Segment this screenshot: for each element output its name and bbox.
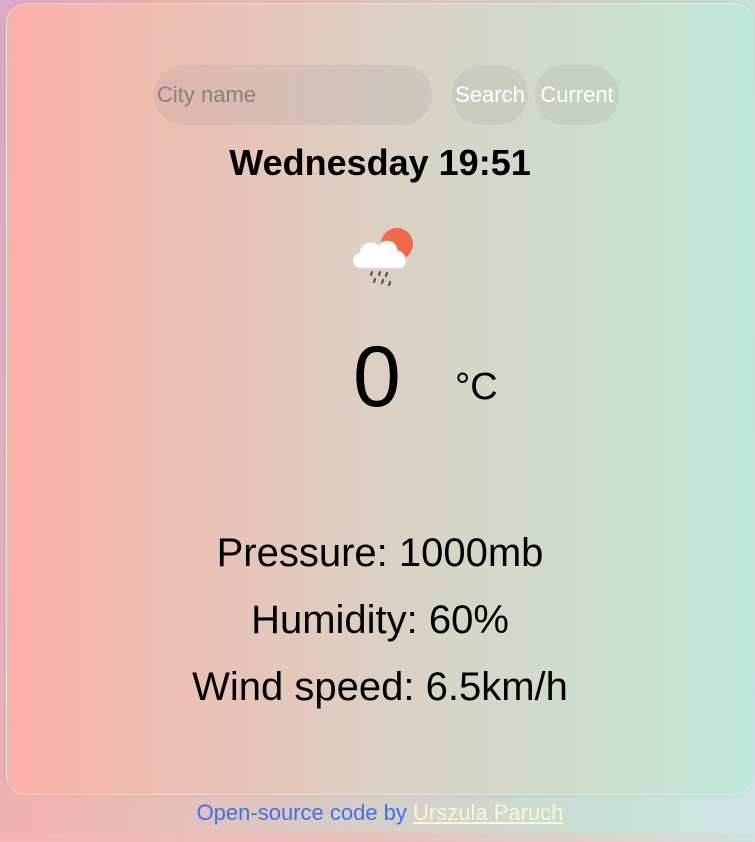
current-location-button[interactable]: Current [535,65,619,125]
pressure-text: Pressure: 1000mb [216,531,544,575]
weather-card: Search Current Wednesday 19:51 0 °C Pres… [6,3,754,795]
weather-details: Pressure: 1000mb Humidity: 60% Wind spee… [7,525,753,726]
footer-text: Open-source code by [196,800,407,825]
humidity-text: Humidity: 60% [251,598,509,642]
date-time: Wednesday 19:51 [229,142,531,183]
author-link[interactable]: Urszula Paruch [413,800,563,825]
bottom-strip [0,834,755,842]
search-button[interactable]: Search [452,65,528,125]
temperature-value: 0 [353,329,401,425]
footer: Open-source code by Urszula Paruch [0,800,755,826]
wind-speed-text: Wind speed: 6.5km/h [192,665,568,709]
city-name-input[interactable] [154,65,432,125]
cloud-sun-rain-icon [352,228,413,287]
search-form: Search Current [7,65,753,125]
temperature-unit: °C [455,366,498,408]
